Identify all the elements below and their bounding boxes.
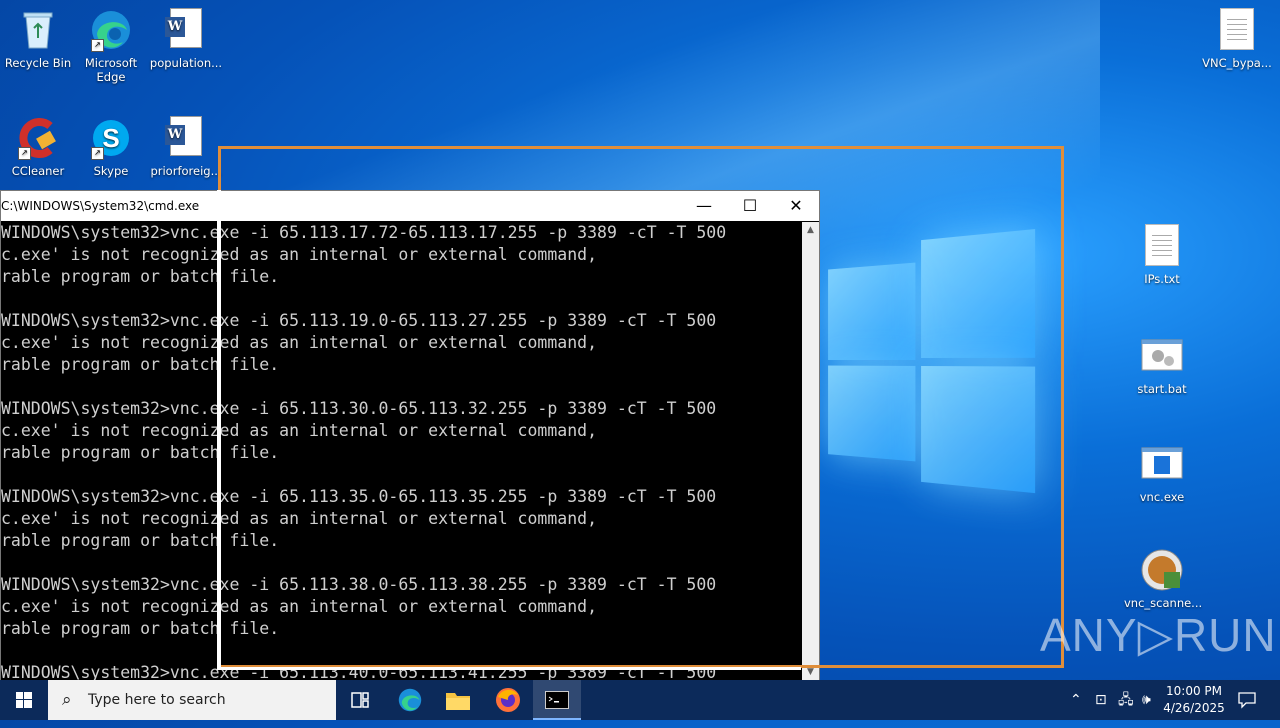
windows-start-icon xyxy=(16,692,32,708)
desktop-icon-label: Recycle Bin xyxy=(4,56,72,70)
highlight-frame-white-left xyxy=(217,190,221,670)
taskbar-search-box[interactable]: ⌕ Type here to search xyxy=(48,680,336,720)
taskbar-cmd-icon[interactable] xyxy=(533,680,581,720)
volume-icon[interactable]: 🕪 xyxy=(1142,680,1151,720)
batch-file-icon xyxy=(1140,334,1184,378)
desktop-icon-vnc-exe[interactable]: vnc.exe xyxy=(1124,442,1200,504)
highlight-frame-orange xyxy=(218,146,1064,668)
word-doc-icon: W xyxy=(164,8,208,52)
desktop-icon-priorforeig-doc[interactable]: W priorforeig... xyxy=(148,116,224,178)
desktop-icon-label: Microsoft Edge xyxy=(84,56,138,84)
taskbar: ⌕ Type here to search ⌃ ⊡ 🖧 🕪 10:00 PM 4… xyxy=(0,680,1280,720)
svg-text:S: S xyxy=(102,123,119,153)
text-file-icon xyxy=(1215,8,1259,52)
desktop-icon-ccleaner[interactable]: ↗ CCleaner xyxy=(0,116,76,178)
recycle-bin-icon xyxy=(16,8,60,52)
cmd-window-title: C:\WINDOWS\System32\cmd.exe xyxy=(1,199,200,213)
network-adapter-icon[interactable]: ⊡ xyxy=(1095,680,1107,720)
desktop-icon-vnc-scanner[interactable]: vnc_scanne... xyxy=(1124,548,1202,610)
desktop-icon-skype[interactable]: S ↗ Skype xyxy=(73,116,149,178)
taskbar-clock[interactable]: 10:00 PM 4/26/2025 xyxy=(1158,683,1230,717)
desktop-icon-population-doc[interactable]: W population... xyxy=(148,8,224,70)
start-button[interactable] xyxy=(0,680,48,720)
desktop-icon-edge[interactable]: ↗ Microsoft Edge xyxy=(73,8,149,84)
desktop-icon-label: population... xyxy=(149,56,223,70)
text-file-icon xyxy=(1140,224,1184,268)
desktop-icon-vnc-bypass[interactable]: VNC_bypa... xyxy=(1198,8,1276,70)
desktop-icon-ips-txt[interactable]: IPs.txt xyxy=(1124,224,1200,286)
vnc-scanner-icon xyxy=(1140,548,1184,592)
desktop-icon-label: start.bat xyxy=(1137,382,1187,396)
task-view-icon[interactable] xyxy=(336,680,384,720)
file-explorer-icon[interactable] xyxy=(434,680,482,720)
desktop-icon-label: IPs.txt xyxy=(1144,272,1180,286)
desktop-icon-label: VNC_bypa... xyxy=(1202,56,1272,70)
ccleaner-icon: ↗ xyxy=(16,116,60,160)
desktop-icon-label: vnc.exe xyxy=(1139,490,1185,504)
network-icon[interactable]: 🖧 xyxy=(1118,680,1134,720)
clock-time: 10:00 PM xyxy=(1166,684,1222,698)
chevron-up-icon[interactable]: ⌃ xyxy=(1070,680,1082,720)
word-doc-icon: W xyxy=(164,116,208,160)
desktop-icon-label: priorforeig... xyxy=(150,164,222,178)
search-placeholder: Type here to search xyxy=(88,692,226,708)
edge-icon: ↗ xyxy=(89,8,133,52)
notification-icon[interactable] xyxy=(1238,680,1256,720)
exe-file-icon xyxy=(1140,442,1184,486)
search-icon: ⌕ xyxy=(62,690,72,710)
clock-date: 4/26/2025 xyxy=(1163,701,1225,715)
desktop-icon-recycle-bin[interactable]: Recycle Bin xyxy=(0,8,76,70)
anyrun-watermark: ANY▷RUN xyxy=(1040,609,1277,661)
highlight-frame-white-bottom xyxy=(217,667,801,670)
desktop-icon-start-bat[interactable]: start.bat xyxy=(1124,334,1200,396)
firefox-icon[interactable] xyxy=(484,680,532,720)
taskbar-edge-icon[interactable] xyxy=(386,680,434,720)
desktop-icon-label: CCleaner xyxy=(11,164,65,178)
desktop-icon-label: Skype xyxy=(93,164,129,178)
skype-icon: S ↗ xyxy=(89,116,133,160)
